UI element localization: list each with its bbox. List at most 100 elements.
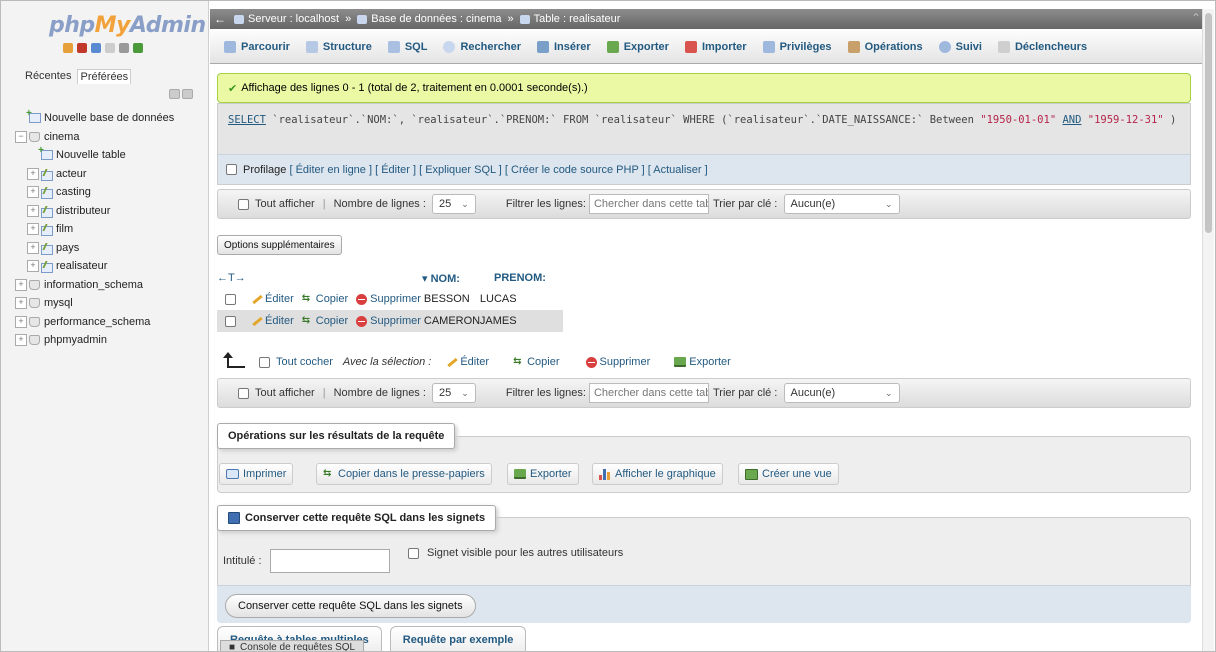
expand-icon[interactable]: +	[27, 241, 39, 254]
tree-item-pays[interactable]: + pays	[15, 239, 205, 258]
tab-suivi[interactable]: Suivi	[931, 30, 990, 64]
sort-select[interactable]: Aucun(e) ⌄	[783, 383, 900, 403]
sort-select[interactable]: Aucun(e) ⌄	[783, 194, 900, 214]
sql-keyword[interactable]: SELECT	[228, 114, 266, 126]
back-arrow-icon[interactable]: ←	[210, 12, 230, 26]
bulk-export-button[interactable]: Exporter	[674, 356, 731, 368]
bulk-delete-button[interactable]: Supprimer	[585, 356, 650, 368]
export-results-button[interactable]: Exporter	[507, 463, 579, 485]
more-options-button[interactable]: Options supplémentaires	[217, 235, 342, 255]
tab-declencheurs[interactable]: Déclencheurs	[990, 30, 1095, 64]
breadcrumb-database[interactable]: Base de données : cinema	[353, 13, 505, 25]
link-icon[interactable]	[182, 89, 193, 99]
expand-icon[interactable]: +	[27, 260, 39, 273]
tree-item-new-table[interactable]: Nouvelle table	[15, 145, 205, 165]
row-checkbox[interactable]	[225, 315, 236, 327]
column-nom[interactable]: ▾ NOM:	[422, 272, 494, 285]
print-button[interactable]: Imprimer	[219, 463, 294, 485]
cell-prenom[interactable]: JAMES	[480, 315, 517, 327]
create-view-button[interactable]: Créer une vue	[738, 463, 839, 485]
scrollbar-thumb[interactable]	[1205, 13, 1212, 233]
tab-structure[interactable]: Structure	[298, 30, 380, 64]
docs-icon[interactable]	[105, 43, 115, 53]
profiling-checkbox[interactable]	[226, 164, 237, 175]
tree-item-phpmyadmin[interactable]: + phpmyadmin	[15, 331, 205, 350]
tree-item-distributeur[interactable]: + distributeur	[15, 202, 205, 221]
expand-icon[interactable]: +	[15, 278, 27, 291]
reload-icon[interactable]	[133, 43, 143, 53]
sql-query-text[interactable]: SELECT `realisateur`.`NOM:`, `realisateu…	[228, 112, 1188, 128]
filter-input[interactable]: Chercher dans cette table	[588, 383, 709, 403]
tab-query-by-example[interactable]: Requête par exemple	[389, 626, 527, 651]
new-database-icon	[26, 108, 41, 124]
tab-recent[interactable]: Récentes	[23, 69, 73, 84]
copy-link[interactable]: ⇆ Copier	[302, 293, 348, 305]
copy-clipboard-button[interactable]: ⇆ Copier dans le presse-papiers	[316, 463, 492, 485]
tree-item-information-schema[interactable]: + information_schema	[15, 276, 205, 295]
tree-label: Nouvelle table	[56, 149, 126, 162]
check-all-label[interactable]: Tout cocher	[276, 356, 333, 368]
tab-inserer[interactable]: Insérer	[529, 30, 599, 64]
tab-favorites[interactable]: Préférées	[77, 69, 132, 84]
display-chart-button[interactable]: Afficher le graphique	[592, 463, 723, 485]
filter-input[interactable]: Chercher dans cette table	[588, 194, 709, 214]
bulk-copy-button[interactable]: ⇆ Copier	[513, 356, 559, 368]
tree-item-film[interactable]: + film	[15, 220, 205, 239]
expand-icon[interactable]: +	[15, 334, 27, 347]
delete-link[interactable]: Supprimer	[356, 293, 421, 305]
column-prenom[interactable]: PRENOM:	[494, 272, 546, 284]
tree-item-acteur[interactable]: + acteur	[15, 165, 205, 184]
phpmyadmin-logo[interactable]: phpMyAdmin	[49, 13, 206, 38]
tree-item-cinema[interactable]: − cinema	[15, 128, 205, 147]
copy-link[interactable]: ⇆ Copier	[302, 315, 348, 327]
sql-action-links[interactable]: [ Éditer en ligne ] [ Éditer ] [ Expliqu…	[289, 164, 707, 176]
collapse-icon[interactable]: −	[15, 130, 27, 143]
tree-item-new-db[interactable]: Nouvelle base de données	[15, 108, 205, 128]
logout-icon[interactable]	[77, 43, 87, 53]
expand-icon[interactable]: +	[15, 315, 27, 328]
home-icon[interactable]	[63, 43, 73, 53]
show-all-checkbox[interactable]	[238, 387, 249, 399]
expand-icon[interactable]: +	[15, 297, 27, 310]
tab-privileges[interactable]: Privilèges	[755, 30, 840, 64]
breadcrumb-server[interactable]: Serveur : localhost	[230, 13, 343, 25]
expand-icon[interactable]: +	[27, 223, 39, 236]
collapse-header-icon[interactable]: ⌃	[1191, 11, 1201, 25]
bookmark-label-input[interactable]	[270, 549, 390, 573]
expand-icon[interactable]: +	[27, 186, 39, 199]
tree-item-mysql[interactable]: + mysql	[15, 294, 205, 313]
bulk-edit-button[interactable]: Éditer	[445, 356, 489, 368]
cell-prenom[interactable]: LUCAS	[480, 293, 517, 305]
edit-link[interactable]: Éditer	[250, 293, 294, 305]
expand-icon[interactable]: +	[27, 167, 39, 180]
rows-select[interactable]: 25 ⌄	[432, 194, 476, 214]
check-all-checkbox[interactable]	[259, 356, 270, 368]
cell-nom[interactable]: CAMERON	[424, 315, 480, 327]
settings-gear-icon[interactable]	[119, 43, 129, 53]
column-arrows[interactable]: ←T→	[217, 272, 422, 284]
tab-operations[interactable]: Opérations	[840, 30, 931, 64]
tree-item-casting[interactable]: + casting	[15, 183, 205, 202]
collapse-all-icon[interactable]	[169, 89, 180, 99]
rows-select[interactable]: 25 ⌄	[432, 383, 476, 403]
sql-console-toggle[interactable]: ■ Console de requêtes SQL	[220, 640, 365, 651]
tab-parcourir[interactable]: Parcourir	[216, 30, 298, 64]
vertical-scrollbar[interactable]	[1202, 9, 1214, 651]
tab-importer[interactable]: Importer	[677, 30, 755, 64]
breadcrumb-table[interactable]: Table : realisateur	[516, 13, 625, 25]
edit-link[interactable]: Éditer	[250, 315, 294, 327]
tab-exporter[interactable]: Exporter	[599, 30, 677, 64]
tab-rechercher[interactable]: Rechercher	[435, 30, 529, 64]
save-bookmark-button[interactable]: Conserver cette requête SQL dans les sig…	[225, 594, 476, 618]
row-checkbox[interactable]	[225, 293, 236, 305]
delete-link[interactable]: Supprimer	[356, 315, 421, 327]
show-all-checkbox[interactable]	[238, 198, 249, 210]
expand-icon[interactable]: +	[27, 204, 39, 217]
help-icon[interactable]	[91, 43, 101, 53]
tab-sql[interactable]: SQL	[380, 30, 436, 64]
cell-nom[interactable]: BESSON	[424, 293, 480, 305]
tree-item-performance-schema[interactable]: + performance_schema	[15, 313, 205, 332]
tree-item-realisateur[interactable]: + realisateur	[15, 257, 205, 276]
bookmark-visible-checkbox[interactable]	[408, 547, 419, 559]
sql-keyword[interactable]: AND	[1062, 114, 1081, 126]
